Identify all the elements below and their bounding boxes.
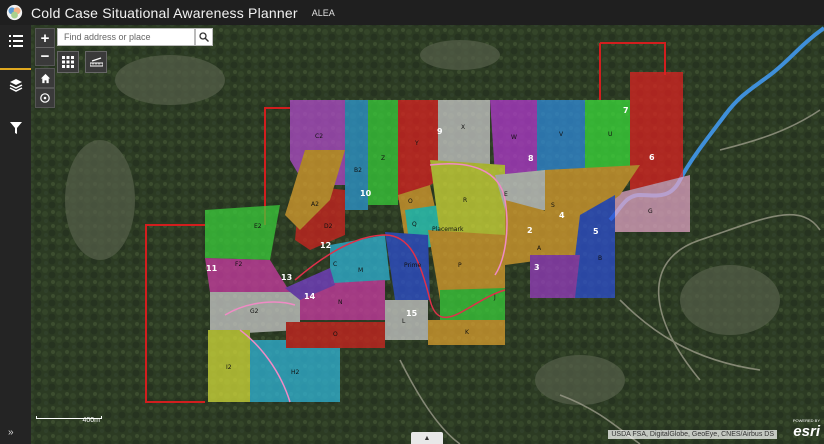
label-8: 8 — [528, 154, 534, 163]
label-14: 14 — [304, 292, 316, 301]
bottom-panel-toggle[interactable]: ▲ — [411, 432, 443, 444]
label-Z: Z — [381, 155, 385, 162]
label-7: 7 — [623, 106, 629, 115]
label-P: P — [458, 262, 462, 269]
chevron-up-icon: ▲ — [423, 434, 431, 442]
grid-icon — [62, 56, 74, 68]
home-button[interactable] — [35, 68, 55, 88]
label-M: M — [358, 267, 363, 274]
label-W: W — [511, 134, 517, 141]
filter-icon — [9, 121, 22, 134]
label-G: G — [648, 208, 653, 215]
label-Y: Y — [414, 140, 419, 147]
map-attribution: USDA FSA, DigitalGlobe, GeoEye, CNES/Air… — [608, 430, 777, 439]
label-O-lower: O — [333, 331, 338, 338]
parcel-E2 — [205, 205, 280, 260]
label-D2: D2 — [324, 223, 333, 230]
label-G2: G2 — [250, 308, 259, 315]
legend-list-icon — [8, 34, 23, 47]
label-S: S — [551, 202, 555, 209]
label-C2: C2 — [315, 133, 323, 140]
label-3: 3 — [534, 263, 540, 272]
label-N: N — [338, 299, 343, 306]
search-button[interactable] — [195, 28, 213, 46]
zoom-out-button[interactable]: − — [36, 47, 54, 65]
search-icon — [199, 32, 209, 42]
legend-button[interactable] — [0, 25, 31, 56]
map-view[interactable]: C2 E2 F2 G2 I2 H2 A2 B2 D2 Z Y X W V U Q… — [31, 25, 824, 444]
label-B: B — [598, 255, 602, 262]
parcel-R — [430, 160, 505, 235]
zoom-in-button[interactable]: + — [36, 29, 54, 47]
label-Q: Q — [412, 221, 417, 228]
label-O: O — [408, 198, 413, 205]
home-icon — [40, 73, 50, 83]
layers-button[interactable] — [0, 68, 31, 99]
parcel-J — [440, 288, 505, 320]
label-6: 6 — [649, 153, 655, 162]
expand-sidebar-button[interactable]: » — [8, 427, 14, 438]
label-R: R — [463, 197, 467, 204]
zoom-control: + − — [35, 28, 55, 66]
basemap-gallery-button[interactable] — [57, 51, 79, 73]
label-placemark: Placemark — [432, 226, 464, 233]
label-13: 13 — [281, 273, 292, 282]
scale-bar: 400m — [36, 414, 102, 424]
parcel-Z — [368, 100, 398, 205]
locate-icon — [40, 93, 50, 103]
label-I2: I2 — [226, 364, 232, 371]
app-title: Cold Case Situational Awareness Planner — [31, 4, 298, 21]
map-canvas: C2 E2 F2 G2 I2 H2 A2 B2 D2 Z Y X W V U Q… — [31, 25, 824, 444]
label-prime: Prime — [404, 262, 421, 269]
label-5: 5 — [593, 227, 599, 236]
label-12: 12 — [320, 241, 331, 250]
sidebar: » — [0, 25, 31, 444]
parcel-X — [438, 100, 490, 165]
label-15: 15 — [406, 309, 418, 318]
label-4: 4 — [559, 211, 565, 220]
parcel-C — [530, 255, 580, 298]
app-logo-icon — [6, 4, 23, 21]
parcel-top-right — [630, 72, 683, 195]
label-E2: E2 — [254, 223, 262, 230]
esri-wordmark: esri — [793, 423, 820, 440]
app-header: Cold Case Situational Awareness Planner … — [0, 0, 824, 25]
label-10: 10 — [360, 189, 372, 198]
measure-button[interactable] — [85, 51, 107, 73]
scale-label: 400m — [82, 417, 100, 424]
label-11: 11 — [206, 264, 218, 273]
label-X: X — [461, 124, 465, 131]
label-2: 2 — [527, 226, 533, 235]
filter-button[interactable] — [0, 112, 31, 143]
label-F2: F2 — [235, 261, 242, 268]
label-9: 9 — [437, 127, 443, 136]
search-input[interactable]: Find address or place — [57, 28, 195, 46]
label-C: C — [333, 261, 337, 268]
measure-icon — [89, 56, 103, 66]
layers-icon — [9, 78, 22, 92]
label-H2: H2 — [291, 369, 300, 376]
label-A2: A2 — [311, 201, 319, 208]
app-subtitle: ALEA — [311, 7, 335, 18]
esri-logo: POWERED BY esri — [780, 418, 820, 440]
label-U: U — [608, 131, 612, 138]
parcel-L — [385, 300, 428, 340]
label-J: J — [493, 294, 496, 301]
locate-button[interactable] — [35, 88, 55, 108]
label-E: E — [504, 191, 508, 198]
label-B2: B2 — [354, 167, 362, 174]
